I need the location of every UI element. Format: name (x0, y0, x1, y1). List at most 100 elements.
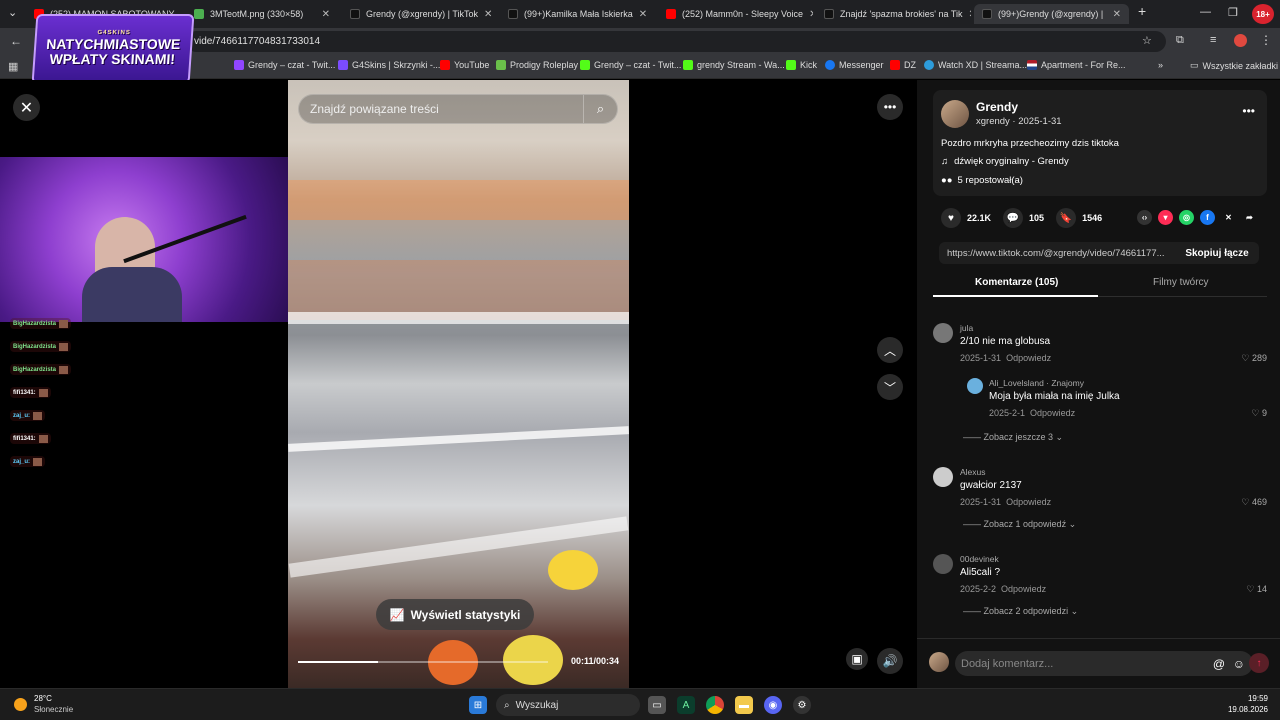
see-more-replies[interactable]: —— Zobacz jeszcze 3 ⌄ (963, 432, 1063, 443)
video-player[interactable]: Znajdź powiązane treści ⌕ 📈 Wyświetl sta… (288, 80, 629, 688)
reply-button[interactable]: Odpowiedz (1006, 353, 1051, 363)
comment-likes[interactable]: ♡ 469 (1241, 497, 1267, 508)
next-video-button[interactable]: ﹀ (877, 374, 903, 400)
bookmark-item[interactable]: G4Skins | Skrzynki -... (338, 60, 440, 70)
video-link-field[interactable]: https://www.tiktok.com/@xgrendy/video/74… (939, 242, 1259, 264)
tab-search-icon[interactable]: ⌄ (8, 6, 17, 19)
bookmark-item[interactable]: Grendy – czat - Twit... (580, 60, 681, 70)
previous-video-button[interactable]: ︿ (877, 337, 903, 363)
comment-icon[interactable]: 💬 (1003, 208, 1024, 228)
discord-icon[interactable]: ◉ (764, 696, 782, 714)
comment-likes[interactable]: ♡ 289 (1241, 353, 1267, 364)
file-explorer-icon[interactable]: ▬ (735, 696, 753, 714)
windows-start-icon[interactable]: ⊞ (469, 696, 487, 714)
browser-tab-4[interactable]: (99+)Kamilka Mała Iskierka ✕ (500, 4, 655, 24)
more-bookmarks-icon[interactable]: » (1158, 60, 1163, 70)
close-tab-icon[interactable]: ✕ (322, 9, 330, 20)
commenter-avatar[interactable] (967, 378, 983, 394)
reading-list-icon[interactable]: ≡ (1210, 34, 1216, 46)
author-name[interactable]: Grendy (976, 100, 1018, 114)
mini-player-icon[interactable]: ▣ (846, 648, 868, 670)
see-more-replies[interactable]: —— Zobacz 2 odpowiedzi ⌄ (963, 606, 1078, 617)
whatsapp-icon[interactable]: ◎ (1179, 210, 1194, 225)
bookmark-item[interactable]: Kick (786, 60, 817, 70)
facebook-icon[interactable]: f (1200, 210, 1215, 225)
comment-user[interactable]: Alexus (960, 467, 1273, 477)
comment-likes[interactable]: ♡ 9 (1251, 408, 1267, 419)
bookmark-item[interactable]: Prodigy Roleplay (496, 60, 578, 70)
video-progress-bar[interactable] (298, 661, 548, 663)
app-icon[interactable]: A (677, 696, 695, 714)
commenter-avatar[interactable] (933, 323, 953, 343)
chrome-icon[interactable] (706, 696, 724, 714)
apps-grid-icon[interactable]: ▦ (8, 60, 18, 73)
tiktok-icon (824, 9, 834, 19)
heart-icon[interactable]: ♥ (941, 208, 961, 228)
emoji-icon[interactable]: ☺ (1233, 657, 1245, 671)
tab-comments[interactable]: Komentarze (105) (975, 277, 1058, 288)
bookmark-item[interactable]: DZ (890, 60, 916, 70)
browser-tab-5[interactable]: (252) Mamm0n - Sleepy Voice✕ (658, 4, 813, 24)
comment-input[interactable]: Dodaj komentarz... @ ☺ (955, 651, 1253, 676)
minimize-icon[interactable]: — (1200, 6, 1211, 18)
copy-link-button[interactable]: Skopiuj łącze (1175, 242, 1259, 264)
bookmark-item[interactable]: Grendy – czat - Twit... (234, 60, 335, 70)
back-icon[interactable]: ← (10, 34, 22, 48)
comment-likes[interactable]: ♡ 14 (1246, 584, 1267, 595)
reposts-info[interactable]: ●● 5 repostował(a) (941, 175, 1023, 186)
comment-user[interactable]: 00devinek (960, 554, 1273, 564)
bookmark-star-icon[interactable]: ☆ (1142, 34, 1152, 47)
clock-date: 19.08.2026 (1227, 705, 1268, 714)
more-options-icon[interactable]: ••• (877, 94, 903, 120)
close-viewer-button[interactable]: ✕ (13, 94, 40, 121)
browser-tab-3[interactable]: Grendy (@xgrendy) | TikTok ✕ (342, 4, 497, 24)
browser-tab-2[interactable]: 3MTeotM.png (330×58) ✕ (186, 4, 338, 24)
bookmark-item[interactable]: grendy Stream - Wa... (683, 60, 785, 70)
close-tab-icon[interactable]: ✕ (809, 9, 813, 20)
new-tab-icon[interactable]: + (1138, 3, 1146, 19)
tiktok-share-icon[interactable]: ▾ (1158, 210, 1173, 225)
menu-icon[interactable]: ⋮ (1260, 33, 1272, 47)
close-tab-icon[interactable]: ✕ (969, 9, 972, 20)
bookmark-icon[interactable]: 🔖 (1056, 208, 1077, 228)
tab-creator-videos[interactable]: Filmy twórcy (1153, 277, 1209, 288)
more-options-icon[interactable]: ••• (1242, 104, 1255, 118)
url-field[interactable]: vide/7466117704831733014 (186, 31, 1166, 52)
sound-link[interactable]: ♫ dźwięk oryginalny - Grendy (941, 156, 1069, 167)
commenter-avatar[interactable] (933, 467, 953, 487)
close-tab-icon[interactable]: ✕ (639, 9, 647, 20)
browser-tab-6[interactable]: Znajdź 'spazma brokies' na Tik✕ (816, 4, 971, 24)
volume-icon[interactable]: 🔊 (877, 648, 903, 674)
author-avatar[interactable] (941, 100, 969, 128)
taskbar-search[interactable]: ⌕ Wyszukaj (496, 694, 640, 716)
extensions-icon[interactable]: ⧉ (1176, 34, 1184, 47)
profile-avatar[interactable] (1234, 34, 1247, 47)
search-icon[interactable]: ⌕ (583, 95, 617, 123)
related-search-input[interactable]: Znajdź powiązane treści ⌕ (298, 94, 618, 124)
all-bookmarks[interactable]: ▭ Wszystkie zakładki (1190, 60, 1278, 71)
reply-button[interactable]: Odpowiedz (1006, 497, 1051, 507)
reply-button[interactable]: Odpowiedz (1030, 408, 1075, 418)
maximize-icon[interactable]: ❐ (1228, 6, 1238, 19)
x-icon[interactable]: ✕ (1221, 210, 1236, 225)
bookmark-item[interactable]: Watch XD | Streama... (924, 60, 1027, 70)
comment-user[interactable]: Ali_Lovelsland · Znajomy (989, 378, 1267, 388)
close-tab-icon[interactable]: ✕ (1113, 9, 1121, 20)
close-tab-icon[interactable]: ✕ (484, 9, 492, 20)
embed-icon[interactable]: ‹› (1137, 210, 1152, 225)
task-view-icon[interactable]: ▭ (648, 696, 666, 714)
mention-icon[interactable]: @ (1213, 657, 1225, 671)
send-icon[interactable]: ↑ (1249, 653, 1269, 673)
share-arrow-icon[interactable]: ➦ (1242, 210, 1257, 225)
comment-user[interactable]: jula (960, 323, 1273, 333)
see-more-replies[interactable]: —— Zobacz 1 odpowiedź ⌄ (963, 519, 1076, 530)
bookmark-item[interactable]: YouTube (440, 60, 489, 70)
bookmark-item[interactable]: Apartment - For Re... (1027, 60, 1126, 70)
steam-icon[interactable]: ⚙ (793, 696, 811, 714)
view-stats-button[interactable]: 📈 Wyświetl statystyki (376, 599, 534, 630)
reply-item: Ali_Lovelsland · Znajomy Moja była miała… (967, 378, 1267, 418)
browser-tab-7-active[interactable]: (99+)Grendy (@xgrendy) | ✕ (974, 4, 1129, 24)
reply-button[interactable]: Odpowiedz (1001, 584, 1046, 594)
commenter-avatar[interactable] (933, 554, 953, 574)
bookmark-item[interactable]: Messenger (825, 60, 884, 70)
